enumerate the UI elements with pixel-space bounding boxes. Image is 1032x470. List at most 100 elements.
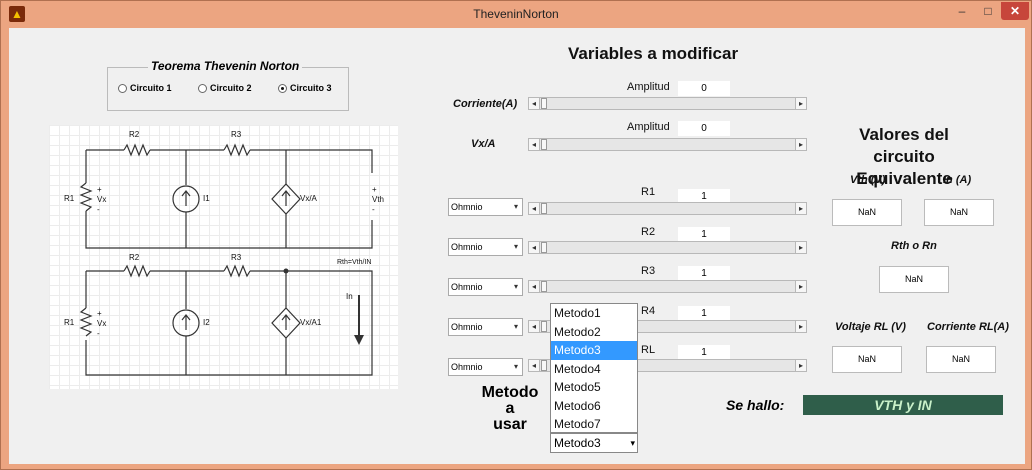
select-value: Ohmnio	[451, 322, 483, 332]
method-option[interactable]: Metodo4	[551, 360, 637, 379]
slider-right-arrow-icon[interactable]: ▸	[795, 360, 806, 371]
metodo-label: Metodo a usar	[475, 385, 545, 433]
label-vxa: Vx/A	[300, 194, 317, 203]
radio-circle-icon	[198, 84, 207, 94]
label-rth-formula: Rth=Vth/IN	[337, 259, 372, 266]
slider-left-arrow-icon[interactable]: ◂	[529, 281, 540, 292]
method-select[interactable]: Metodo3 ▾	[550, 433, 638, 453]
select-value: Metodo3	[554, 436, 601, 450]
window-title: TheveninNorton	[473, 7, 559, 21]
close-button[interactable]: ✕	[1001, 2, 1029, 20]
resistor-r1-top	[79, 182, 93, 212]
r1-unit-select[interactable]: Ohmnio ▾	[448, 198, 523, 216]
label-r3: R3	[231, 253, 242, 262]
slider-left-arrow-icon[interactable]: ◂	[529, 203, 540, 214]
radio-circuito-3[interactable]: Circuito 3	[278, 83, 332, 94]
vth-output: NaN	[832, 199, 902, 226]
slider-right-arrow-icon[interactable]: ▸	[795, 281, 806, 292]
title-bar: ▲ TheveninNorton – □ ✕	[1, 1, 1031, 27]
dropdown-arrow-icon: ▾	[513, 242, 518, 251]
radio-circuito-1[interactable]: Circuito 1	[118, 83, 172, 94]
label-r3: R3	[231, 130, 242, 139]
resistor-r3-top	[223, 143, 251, 157]
radio-label: Circuito 3	[290, 83, 332, 93]
equivalent-heading-line1: Valores del circuito	[859, 125, 949, 166]
r3-slider[interactable]: ◂ ▸	[528, 280, 807, 293]
select-value: Ohmnio	[451, 362, 483, 372]
corriente-rl-output: NaN	[926, 346, 996, 373]
slider-thumb[interactable]	[541, 281, 547, 292]
panel-title: Teorema Thevenin Norton	[148, 59, 303, 73]
dropdown-arrow-icon: ▾	[513, 362, 518, 371]
amplitud-label: Amplitud	[627, 121, 670, 133]
slider-right-arrow-icon[interactable]: ▸	[795, 321, 806, 332]
slider-right-arrow-icon[interactable]: ▸	[795, 203, 806, 214]
vxa-label: Vx/A	[471, 138, 496, 150]
method-option[interactable]: Metodo7	[551, 415, 637, 434]
slider-thumb[interactable]	[541, 321, 547, 332]
voltaje-rl-output: NaN	[832, 346, 902, 373]
r1-slider[interactable]: ◂ ▸	[528, 202, 807, 215]
resistor-r2-top	[123, 143, 151, 157]
r2-value-input[interactable]: 1	[678, 227, 730, 242]
label-vth-plus: +	[372, 185, 377, 194]
se-hallo-label: Se hallo:	[726, 397, 785, 413]
slider-left-arrow-icon[interactable]: ◂	[529, 139, 540, 150]
r2-unit-select[interactable]: Ohmnio ▾	[448, 238, 523, 256]
corriente-slider[interactable]: ◂ ▸	[528, 97, 807, 110]
maximize-button[interactable]: □	[975, 2, 1001, 20]
resistor-r2-bottom	[123, 264, 151, 278]
slider-left-arrow-icon[interactable]: ◂	[529, 98, 540, 109]
method-option[interactable]: Metodo5	[551, 378, 637, 397]
slider-right-arrow-icon[interactable]: ▸	[795, 242, 806, 253]
method-option-selected[interactable]: Metodo3	[551, 341, 637, 360]
method-dropdown-list[interactable]: Metodo1 Metodo2 Metodo3 Metodo4 Metodo5 …	[550, 303, 638, 433]
amplitud-corriente-input[interactable]: 0	[678, 81, 730, 96]
radio-selected-icon	[278, 84, 287, 94]
slider-thumb[interactable]	[541, 139, 547, 150]
slider-left-arrow-icon[interactable]: ◂	[529, 321, 540, 332]
select-value: Ohmnio	[451, 202, 483, 212]
r3-value-input[interactable]: 1	[678, 266, 730, 281]
slider-thumb[interactable]	[541, 203, 547, 214]
resistor-r1-bottom	[79, 307, 93, 337]
rl-label: RL	[641, 344, 656, 356]
circuit-diagram: R2 R3 R1 + Vx - I1 Vx/A + Vth - R2 R3 Rt…	[49, 125, 398, 389]
slider-thumb[interactable]	[541, 98, 547, 109]
voltaje-rl-label: Voltaje RL (V)	[835, 321, 906, 333]
minimize-button[interactable]: –	[949, 2, 975, 20]
radio-circuito-2[interactable]: Circuito 2	[198, 83, 252, 94]
r4-value-input[interactable]: 1	[678, 306, 730, 321]
label-i1: I1	[203, 194, 210, 203]
slider-thumb[interactable]	[541, 360, 547, 371]
slider-left-arrow-icon[interactable]: ◂	[529, 242, 540, 253]
circuit-selector-panel: Teorema Thevenin Norton Circuito 1 Circu…	[107, 59, 349, 111]
label-vth: Vth	[372, 195, 385, 204]
radio-label: Circuito 2	[210, 83, 252, 93]
r4-label: R4	[641, 305, 656, 317]
slider-thumb[interactable]	[541, 242, 547, 253]
vxa-slider[interactable]: ◂ ▸	[528, 138, 807, 151]
select-value: Ohmnio	[451, 282, 483, 292]
dropdown-arrow-icon: ▾	[630, 438, 635, 448]
method-option[interactable]: Metodo2	[551, 323, 637, 342]
label-plus: +	[97, 309, 102, 318]
radio-label: Circuito 1	[130, 83, 172, 93]
r3-unit-select[interactable]: Ohmnio ▾	[448, 278, 523, 296]
metodo-label-line3: usar	[493, 416, 527, 433]
slider-left-arrow-icon[interactable]: ◂	[529, 360, 540, 371]
slider-right-arrow-icon[interactable]: ▸	[795, 98, 806, 109]
slider-right-arrow-icon[interactable]: ▸	[795, 139, 806, 150]
method-option[interactable]: Metodo6	[551, 397, 637, 416]
r4-unit-select[interactable]: Ohmnio ▾	[448, 318, 523, 336]
label-plus: +	[97, 185, 102, 194]
rl-unit-select[interactable]: Ohmnio ▾	[448, 358, 523, 376]
r2-slider[interactable]: ◂ ▸	[528, 241, 807, 254]
method-option[interactable]: Metodo1	[551, 304, 637, 323]
label-r1: R1	[64, 194, 75, 203]
variables-heading: Variables a modificar	[568, 44, 739, 63]
amplitud-vxa-input[interactable]: 0	[678, 121, 730, 136]
vth-label: Vth (V)	[850, 174, 886, 186]
rl-value-input[interactable]: 1	[678, 345, 730, 360]
label-r1: R1	[64, 318, 75, 327]
